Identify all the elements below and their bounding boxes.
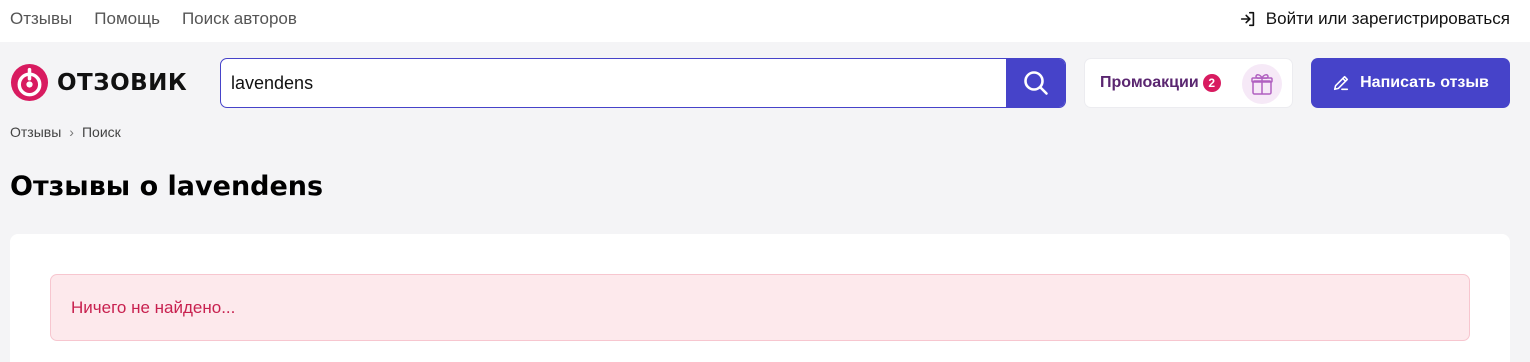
search-icon [1023, 71, 1048, 95]
promo-button[interactable]: Промоакции 2 [1084, 58, 1293, 108]
top-nav-reviews-link[interactable]: Отзывы [10, 9, 72, 29]
promo-label: Промоакции [1100, 74, 1199, 91]
write-review-button[interactable]: Написать отзыв [1311, 58, 1510, 108]
gift-icon-wrap [1242, 64, 1282, 104]
gift-icon [1251, 74, 1273, 95]
pencil-icon [1334, 75, 1349, 91]
logo-mark-icon [10, 63, 49, 102]
promo-count-badge: 2 [1202, 74, 1221, 92]
top-bar: Отзывы Помощь Поиск авторов Войти или за… [0, 0, 1530, 42]
search-input[interactable] [221, 59, 1007, 107]
site-logo[interactable]: ОТЗОВИК [10, 63, 187, 102]
top-nav-author-search-link[interactable]: Поиск авторов [182, 9, 297, 29]
no-results-message: Ничего не найдено... [71, 297, 236, 317]
search-bar [220, 58, 1066, 108]
breadcrumb-reviews[interactable]: Отзывы [10, 124, 61, 140]
top-nav-help-link[interactable]: Помощь [94, 9, 160, 29]
login-button[interactable]: Войти или зарегистрироваться [1239, 9, 1510, 29]
breadcrumb: Отзывы › Поиск [10, 124, 121, 140]
page-title: Отзывы о lavendens [10, 171, 324, 202]
write-review-label: Написать отзыв [1360, 74, 1489, 91]
top-nav: Отзывы Помощь Поиск авторов [10, 9, 297, 29]
logo-text: ОТЗОВИК [57, 69, 188, 96]
no-results-alert: Ничего не найдено... [50, 274, 1470, 341]
breadcrumb-current: Поиск [81, 124, 121, 140]
login-label: Войти или зарегистрироваться [1265, 9, 1510, 28]
breadcrumb-separator: › [69, 124, 74, 140]
results-card: Ничего не найдено... [10, 234, 1510, 362]
login-arrow-icon [1240, 11, 1255, 27]
search-button[interactable] [1006, 59, 1065, 107]
